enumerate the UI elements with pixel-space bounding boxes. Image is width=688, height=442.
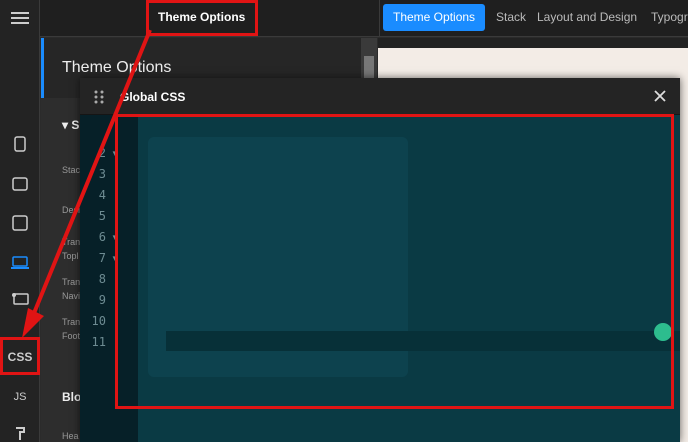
preview-header-strip xyxy=(378,38,688,48)
left-icon-rail: CSS JS xyxy=(0,0,40,442)
section-heading: Blo xyxy=(62,390,82,404)
top-bar: Theme Options Theme Options Stack Layout… xyxy=(40,0,688,37)
setting-label: Stac xyxy=(62,165,81,175)
desktop-icon[interactable] xyxy=(10,290,30,310)
scrollbar-thumb[interactable] xyxy=(364,56,374,78)
line-number: 7 xyxy=(98,251,106,265)
line-number: 8 xyxy=(98,272,106,286)
setting-label: Foot xyxy=(62,331,81,341)
annotation-box-css xyxy=(0,337,40,375)
setting-label: Hea xyxy=(62,431,79,441)
annotation-box-editor xyxy=(115,114,674,409)
line-number: 3 xyxy=(98,167,106,181)
tab-layout-and-design[interactable]: Layout and Design xyxy=(537,4,637,31)
mobile-device-icon[interactable] xyxy=(10,134,30,154)
tablet-landscape-icon[interactable] xyxy=(10,174,30,194)
setting-label: Navi xyxy=(62,291,81,301)
laptop-icon[interactable] xyxy=(10,253,30,273)
modal-title: Global CSS xyxy=(120,90,186,104)
modal-header: Global CSS xyxy=(80,78,680,115)
drag-handle-icon[interactable] xyxy=(94,90,104,104)
panel-title: Theme Options xyxy=(62,59,172,76)
line-number: 4 xyxy=(98,188,106,202)
setting-label: Desi xyxy=(62,205,81,215)
setting-label: Tran xyxy=(62,277,81,287)
menu-icon[interactable] xyxy=(10,8,30,28)
line-number: 10 xyxy=(91,314,106,328)
tablet-portrait-icon[interactable] xyxy=(10,213,30,233)
close-icon[interactable] xyxy=(652,88,668,104)
tab-typography[interactable]: Typogr xyxy=(651,4,688,31)
tools-icon[interactable] xyxy=(10,424,30,442)
section-toggle[interactable]: ▾ S xyxy=(62,118,79,132)
line-number: 6 xyxy=(98,230,106,244)
setting-label: Topl xyxy=(62,251,79,261)
line-number: 5 xyxy=(98,209,106,223)
tab-theme-options[interactable]: Theme Options xyxy=(383,4,486,31)
line-number: 11 xyxy=(91,335,106,349)
js-button[interactable]: JS xyxy=(0,391,40,403)
setting-label: Tran xyxy=(62,317,81,327)
section-label: S xyxy=(71,118,80,132)
setting-label: Tran xyxy=(62,237,81,247)
annotation-box-breadcrumb xyxy=(146,0,258,36)
topbar-divider xyxy=(379,0,380,37)
line-number: 9 xyxy=(98,293,106,307)
line-number: 2 xyxy=(98,146,106,160)
tab-stack[interactable]: Stack xyxy=(496,4,526,31)
